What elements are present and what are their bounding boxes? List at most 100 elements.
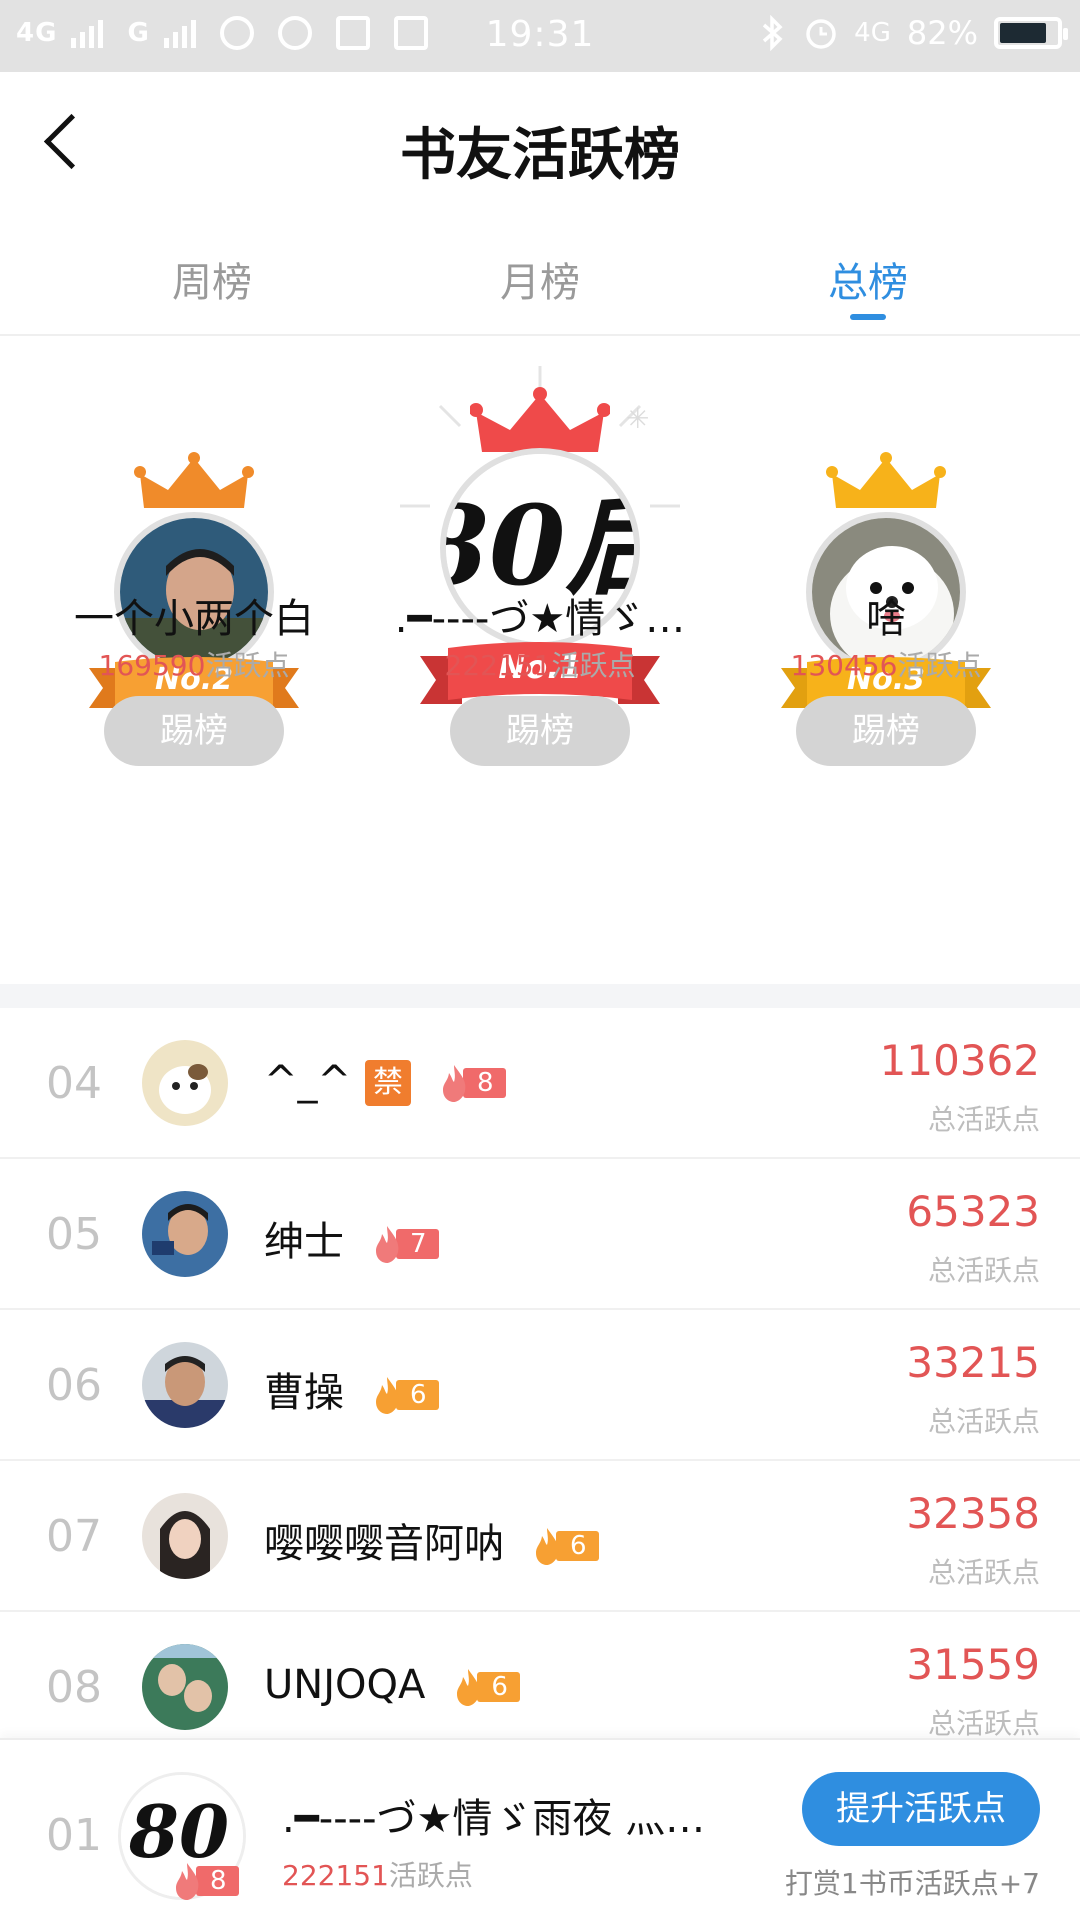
- avatar-image: [142, 1493, 228, 1579]
- section-divider: [0, 984, 1080, 1008]
- avatar-image: [142, 1191, 228, 1277]
- kick-button[interactable]: 踢榜: [796, 696, 976, 766]
- flame-icon: [457, 1669, 480, 1706]
- rank-number: 07: [46, 1511, 102, 1562]
- podium-third: No.3 啥 130456活跃点 踢榜: [736, 336, 1036, 984]
- battery-fill: [1000, 23, 1046, 43]
- total-score: 32358: [906, 1489, 1040, 1538]
- flame-icon: [443, 1065, 466, 1102]
- score-value: 130456: [790, 649, 898, 682]
- level-badge: 6: [372, 1377, 439, 1414]
- page-title: 书友活跃榜: [400, 122, 680, 188]
- list-item-name: 曹操 6: [264, 1360, 439, 1418]
- battery-percent: 82%: [906, 14, 978, 52]
- total-score-label: 总活跃点: [927, 1405, 1040, 1438]
- header: 书友活跃榜: [0, 72, 1080, 222]
- tab-total[interactable]: 总榜: [768, 250, 968, 308]
- top-three-podium: No.2 一个小两个白 169590活跃点 踢榜 ✳ 80后: [0, 336, 1080, 984]
- flame-icon: [376, 1377, 399, 1414]
- total-score: 65323: [906, 1187, 1040, 1236]
- status-bar: 4G G 19:31 4G 82%: [0, 0, 1080, 72]
- podium-name: 一个小两个白: [74, 596, 314, 642]
- tab-monthly[interactable]: 月榜: [440, 250, 640, 308]
- avatar[interactable]: [142, 1644, 228, 1730]
- my-score: 222151活跃点: [282, 1854, 473, 1894]
- tab-bar: 周榜 月榜 总榜: [0, 222, 1080, 336]
- boost-activity-button[interactable]: 提升活跃点: [802, 1772, 1040, 1846]
- total-score: 31559: [906, 1640, 1040, 1689]
- reward-hint: 打赏1书币活跃点+7: [784, 1867, 1040, 1900]
- rank-number: 04: [46, 1058, 102, 1109]
- my-level-badge: 8: [172, 1863, 239, 1900]
- level-number: 6: [396, 1380, 439, 1410]
- podium-name: .━----づ★情ゞ…: [394, 596, 686, 642]
- network-4g-label: 4G: [854, 18, 891, 48]
- score-unit: 活跃点: [897, 649, 982, 682]
- list-item-name: UNJOQA 6: [264, 1662, 520, 1708]
- level-badge: 8: [439, 1065, 506, 1102]
- list-item[interactable]: 05 绅士 7 65323 总活跃点: [0, 1159, 1080, 1310]
- score-value: 222151: [282, 1859, 389, 1892]
- level-badge: 6: [453, 1669, 520, 1706]
- total-score-label: 总活跃点: [927, 1556, 1040, 1589]
- avatar[interactable]: [142, 1493, 228, 1579]
- my-ranking-bar: 01 80 8 .━----づ★情ゞ雨夜 灬… 222151活跃点 提升活跃点 …: [0, 1738, 1080, 1920]
- user-name: UNJOQA: [264, 1662, 426, 1708]
- tab-active-indicator: [850, 314, 886, 320]
- flame-icon: [536, 1528, 559, 1565]
- level-number: 8: [196, 1866, 239, 1896]
- crown-icon: [470, 387, 610, 452]
- svg-text:✳: ✳: [626, 402, 649, 435]
- user-name: 嘤嘤嘤音阿呐: [264, 1521, 504, 1567]
- total-score-label: 总活跃点: [927, 1254, 1040, 1287]
- banned-badge: 禁: [365, 1060, 412, 1106]
- avatar-image: [142, 1342, 228, 1428]
- level-badge: 6: [532, 1528, 599, 1565]
- avatar[interactable]: [142, 1342, 228, 1428]
- list-item-name: 嘤嘤嘤音阿呐 6: [264, 1511, 599, 1569]
- podium-first: ✳ 80后 No.1 .━----づ★情ゞ… 222151活跃点 踢榜: [390, 336, 690, 984]
- avatar-image: [142, 1040, 228, 1126]
- bluetooth-icon: [763, 15, 783, 51]
- user-name: 曹操: [264, 1370, 344, 1416]
- level-number: 6: [556, 1531, 599, 1561]
- avatar[interactable]: [142, 1040, 228, 1126]
- score-value: 169590: [98, 649, 206, 682]
- score-value: 222151: [444, 649, 552, 682]
- kick-button[interactable]: 踢榜: [450, 696, 630, 766]
- tab-weekly[interactable]: 周榜: [112, 250, 312, 308]
- crown-icon: [826, 452, 946, 508]
- battery-icon: [994, 17, 1068, 49]
- rank-number: 08: [46, 1662, 102, 1713]
- podium-score: 130456活跃点: [736, 644, 1036, 684]
- user-name: ^_^: [264, 1058, 352, 1104]
- podium-score: 169590活跃点: [44, 644, 344, 684]
- list-item[interactable]: 06 曹操 6 33215 总活跃点: [0, 1310, 1080, 1461]
- list-item[interactable]: 07 嘤嘤嘤音阿呐 6 32358 总活跃点: [0, 1461, 1080, 1612]
- list-item[interactable]: 04 ^_^ 禁 8 110362 总活跃点: [0, 1008, 1080, 1159]
- alarm-icon: [806, 19, 836, 49]
- my-name: .━----づ★情ゞ雨夜 灬…: [282, 1796, 706, 1842]
- avatar-image: [142, 1644, 228, 1730]
- rank-number: 06: [46, 1360, 102, 1411]
- rank-number: 05: [46, 1209, 102, 1260]
- total-score-label: 总活跃点: [927, 1103, 1040, 1136]
- total-score: 33215: [906, 1338, 1040, 1387]
- flame-icon: [176, 1863, 199, 1900]
- level-badge: 7: [372, 1226, 439, 1263]
- score-unit: 活跃点: [388, 1859, 473, 1892]
- podium-second: No.2 一个小两个白 169590活跃点 踢榜: [44, 336, 344, 984]
- crown-icon: [134, 452, 254, 508]
- level-number: 6: [477, 1672, 520, 1702]
- score-unit: 活跃点: [551, 649, 636, 682]
- podium-name: 啥: [866, 596, 906, 642]
- list-item-name: 绅士 7: [264, 1209, 439, 1267]
- kick-button[interactable]: 踢榜: [104, 696, 284, 766]
- level-number: 7: [396, 1229, 439, 1259]
- total-score-label: 总活跃点: [927, 1707, 1040, 1740]
- flame-icon: [376, 1226, 399, 1263]
- total-score: 110362: [879, 1036, 1040, 1085]
- podium-score: 222151活跃点: [390, 644, 690, 684]
- avatar[interactable]: [142, 1191, 228, 1277]
- score-unit: 活跃点: [205, 649, 290, 682]
